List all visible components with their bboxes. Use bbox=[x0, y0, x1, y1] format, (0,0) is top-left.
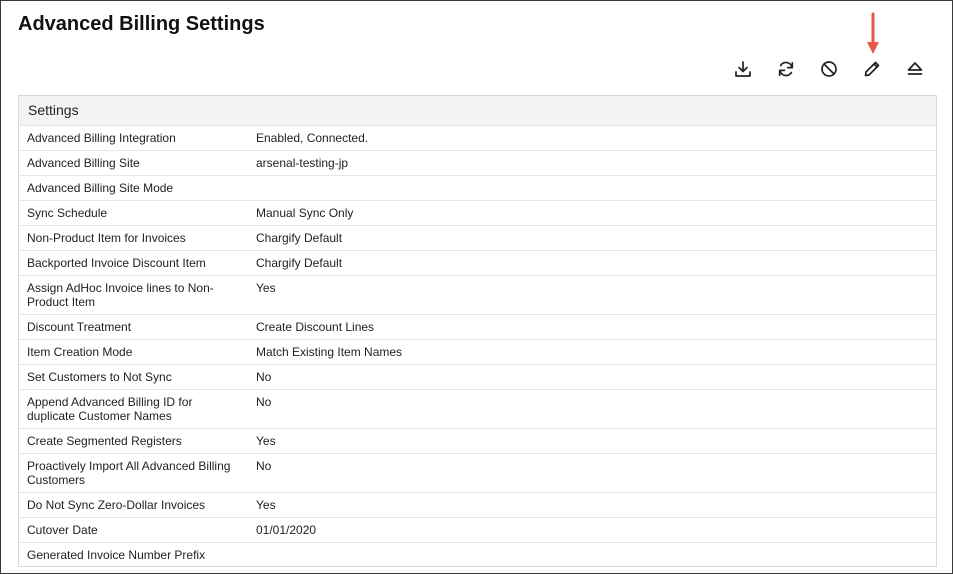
edit-button[interactable] bbox=[858, 55, 886, 83]
setting-value: No bbox=[256, 459, 272, 473]
download-icon bbox=[735, 61, 751, 77]
setting-label: Backported Invoice Discount Item bbox=[27, 256, 206, 270]
setting-value: Yes bbox=[256, 434, 276, 448]
setting-label: Advanced Billing Integration bbox=[27, 131, 176, 145]
settings-row: Discount Treatment Create Discount Lines bbox=[19, 314, 936, 339]
setting-value: Create Discount Lines bbox=[256, 320, 375, 334]
setting-value: 01/01/2020 bbox=[256, 523, 317, 537]
setting-label: Item Creation Mode bbox=[27, 345, 133, 359]
settings-row: Generated Invoice Number Prefix bbox=[19, 542, 936, 567]
setting-label: Assign AdHoc Invoice lines to Non-Produc… bbox=[27, 281, 214, 309]
setting-value bbox=[248, 176, 936, 200]
settings-row: Append Advanced Billing ID for duplicate… bbox=[19, 389, 936, 428]
settings-row: Advanced Billing Site Mode bbox=[19, 175, 936, 200]
edit-icon bbox=[864, 61, 880, 77]
setting-value: Match Existing Item Names bbox=[256, 345, 403, 359]
setting-label: Non-Product Item for Invoices bbox=[27, 231, 186, 245]
setting-value: Chargify Default bbox=[256, 231, 343, 245]
settings-panel-header: Settings bbox=[19, 96, 936, 125]
disconnect-button[interactable] bbox=[901, 55, 929, 83]
settings-list: Advanced Billing Integration Enabled, Con… bbox=[19, 125, 936, 567]
settings-row: Advanced Billing Integration Enabled, Con… bbox=[19, 125, 936, 150]
refresh-icon bbox=[778, 61, 794, 77]
setting-label: Sync Schedule bbox=[27, 206, 108, 220]
settings-row: Backported Invoice Discount Item Chargify… bbox=[19, 250, 936, 275]
app-window: Advanced Billing Settings Settings Advan… bbox=[0, 0, 953, 574]
setting-value: Enabled, Connected. bbox=[256, 131, 369, 145]
setting-label: Append Advanced Billing ID for duplicate… bbox=[27, 395, 193, 423]
setting-label: Generated Invoice Number Prefix bbox=[27, 548, 206, 562]
setting-value: Yes bbox=[256, 498, 276, 512]
disable-icon bbox=[821, 61, 837, 77]
disable-button[interactable] bbox=[815, 55, 843, 83]
setting-label: Create Segmented Registers bbox=[27, 434, 182, 448]
settings-row: Sync Schedule Manual Sync Only bbox=[19, 200, 936, 225]
setting-label: Cutover Date bbox=[27, 523, 98, 537]
setting-label: Advanced Billing Site bbox=[27, 156, 140, 170]
setting-label: Proactively Import All Advanced Billing … bbox=[27, 459, 231, 487]
setting-value bbox=[248, 543, 936, 567]
settings-row: Cutover Date 01/01/2020 bbox=[19, 517, 936, 542]
setting-value: No bbox=[256, 370, 272, 384]
settings-row: Set Customers to Not Sync No bbox=[19, 364, 936, 389]
settings-panel: Settings Advanced Billing Integration Ena… bbox=[18, 95, 937, 567]
settings-row: Advanced Billing Site arsenal-testing-jp bbox=[19, 150, 936, 175]
settings-row: Item Creation Mode Match Existing Item Na… bbox=[19, 339, 936, 364]
settings-row: Proactively Import All Advanced Billing … bbox=[19, 453, 936, 492]
setting-value: Manual Sync Only bbox=[256, 206, 354, 220]
sync-button[interactable] bbox=[772, 55, 800, 83]
download-button[interactable] bbox=[729, 55, 757, 83]
settings-row: Non-Product Item for Invoices Chargify De… bbox=[19, 225, 936, 250]
setting-value: Yes bbox=[256, 281, 276, 295]
annotation-arrow-icon bbox=[867, 12, 879, 54]
settings-row: Do Not Sync Zero-Dollar Invoices Yes bbox=[19, 492, 936, 517]
setting-label: Advanced Billing Site Mode bbox=[27, 181, 174, 195]
setting-value: Chargify Default bbox=[256, 256, 343, 270]
setting-value: No bbox=[256, 395, 272, 409]
eject-icon bbox=[907, 62, 923, 75]
setting-value: arsenal-testing-jp bbox=[256, 156, 349, 170]
setting-label: Do Not Sync Zero-Dollar Invoices bbox=[27, 498, 206, 512]
page-title: Advanced Billing Settings bbox=[18, 13, 265, 35]
settings-row: Assign AdHoc Invoice lines to Non-Produc… bbox=[19, 275, 936, 314]
setting-label: Set Customers to Not Sync bbox=[27, 370, 172, 384]
setting-label: Discount Treatment bbox=[27, 320, 132, 334]
settings-row: Create Segmented Registers Yes bbox=[19, 428, 936, 453]
